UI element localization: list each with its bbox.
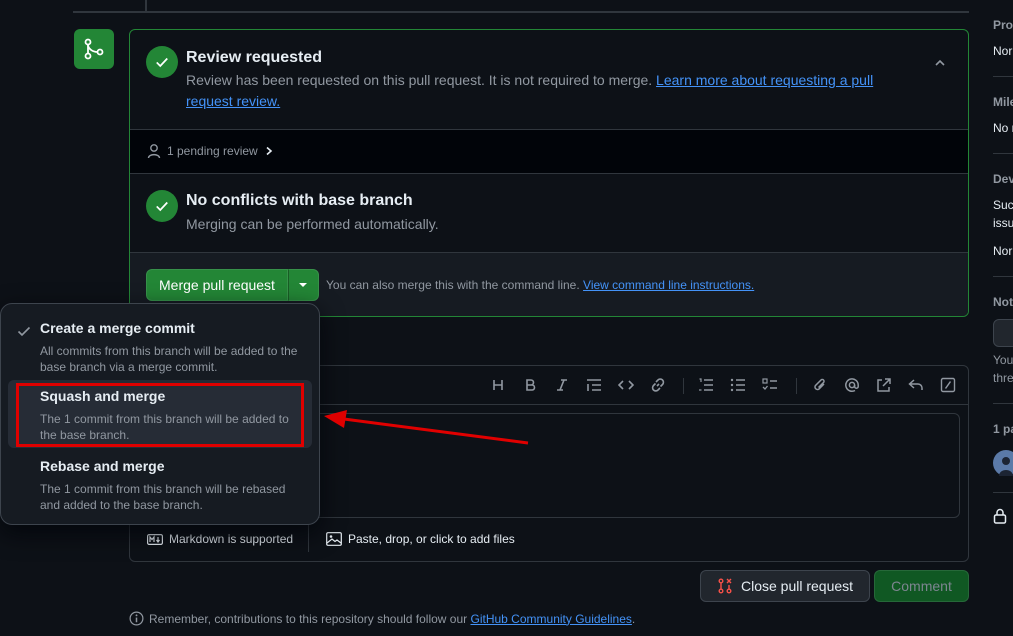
right-sidebar: Pro Nor Mile No r Dev Suc issu Nor Not Y… (993, 0, 1013, 636)
merge-options-dropdown-button[interactable] (287, 269, 319, 301)
lock-icon[interactable] (993, 508, 1007, 527)
conflicts-description: Merging can be performed automatically. (186, 216, 439, 232)
menu-item-title: Create a merge commit (40, 320, 195, 336)
caret-down-icon (299, 283, 308, 287)
sidebar-notifications-text-2: thre (993, 371, 1013, 385)
comment-button[interactable]: Comment (874, 570, 969, 602)
timeline-line (145, 0, 147, 11)
merge-hint: You can also merge this with the command… (326, 278, 754, 292)
check-circle-icon (146, 190, 178, 222)
sidebar-divider (993, 492, 1013, 493)
chevron-right-icon (266, 146, 272, 156)
pending-review[interactable]: 1 pending review (147, 143, 274, 159)
paperclip-icon[interactable] (812, 377, 828, 393)
sidebar-projects-label: Pro (993, 18, 1013, 32)
sidebar-divider (993, 276, 1013, 277)
chevron-up-icon[interactable] (934, 56, 946, 72)
guidelines-period: . (631, 611, 636, 626)
menu-item-description: The 1 commit from this branch will be re… (40, 482, 286, 512)
sidebar-milestone-value: No r (993, 121, 1013, 135)
sidebar-divider (993, 153, 1013, 154)
toolbar-separator (683, 378, 684, 394)
sidebar-divider (993, 76, 1013, 77)
sidebar-participants-label: 1 pa (993, 422, 1013, 436)
close-pull-request-label: Close pull request (740, 578, 854, 594)
annotation-arrow (324, 410, 529, 445)
conflicts-title: No conflicts with base branch (186, 192, 413, 209)
bold-icon[interactable] (522, 377, 538, 393)
markdown-label: Markdown is supported (169, 532, 294, 546)
editor-footer: Markdown is supported Paste, drop, or cl… (130, 524, 968, 562)
menu-item-title: Rebase and merge (40, 458, 165, 474)
unordered-list-icon[interactable] (730, 377, 746, 393)
sidebar-notifications-label: Not (993, 295, 1013, 309)
command-line-instructions-link[interactable]: View command line instructions. (583, 278, 754, 292)
review-title: Review requested (186, 49, 323, 66)
pending-review-label: 1 pending review (167, 144, 258, 158)
community-guidelines-note: Remember, contributions to this reposito… (129, 611, 635, 626)
menu-item-description: All commits from this branch will be add… (40, 344, 298, 374)
community-guidelines-link[interactable]: GitHub Community Guidelines (471, 612, 632, 626)
code-icon[interactable] (618, 377, 634, 393)
footer-separator (308, 524, 309, 552)
reply-icon[interactable] (908, 377, 924, 393)
attach-files[interactable]: Paste, drop, or click to add files (326, 532, 515, 546)
markdown-icon (147, 533, 163, 545)
italic-icon[interactable] (554, 377, 570, 393)
task-list-icon[interactable] (762, 377, 778, 393)
review-requested-section: Review requested Review has been request… (130, 30, 968, 129)
timeline-divider (73, 11, 969, 13)
slash-commands-icon[interactable] (940, 377, 956, 393)
toolbar-separator (796, 378, 797, 394)
mention-icon[interactable] (844, 377, 860, 393)
annotation-highlight-box (16, 383, 304, 447)
review-description: Review has been requested on this pull r… (186, 70, 906, 112)
sidebar-development-label[interactable]: Dev (993, 172, 1013, 186)
info-icon (129, 611, 144, 626)
merge-button-group: Merge pull request (146, 269, 319, 301)
link-icon[interactable] (650, 377, 666, 393)
merge-hint-text: You can also merge this with the command… (326, 278, 580, 292)
pending-review-row[interactable]: 1 pending review (130, 129, 968, 174)
sidebar-milestone-label[interactable]: Mile (993, 95, 1013, 109)
no-conflicts-section: No conflicts with base branch Merging ca… (130, 174, 968, 252)
sidebar-development-value: Nor (993, 244, 1013, 258)
attach-label: Paste, drop, or click to add files (348, 532, 515, 546)
sidebar-divider (993, 403, 1013, 404)
quote-icon[interactable] (586, 377, 602, 393)
merge-pull-request-button[interactable]: Merge pull request (146, 269, 288, 301)
sidebar-projects-value: Nor (993, 44, 1013, 58)
ordered-list-icon[interactable] (698, 377, 714, 393)
sidebar-notifications-text-1: You (993, 353, 1013, 367)
merge-box: Review requested Review has been request… (129, 29, 969, 317)
sidebar-development-text-1: Suc (993, 198, 1013, 212)
avatar[interactable] (993, 450, 1013, 476)
check-icon (17, 326, 31, 337)
cross-reference-icon[interactable] (876, 377, 892, 393)
subscribe-button[interactable] (993, 319, 1013, 347)
menu-item-rebase-and-merge[interactable]: Rebase and merge The 1 commit from this … (8, 450, 312, 518)
git-merge-icon (74, 29, 114, 69)
menu-item-create-merge-commit[interactable]: Create a merge commit All commits from t… (8, 312, 312, 378)
guidelines-text: Remember, contributions to this reposito… (149, 611, 468, 626)
check-circle-icon (146, 46, 178, 78)
person-icon (147, 144, 161, 159)
sidebar-development-text-2: issu (993, 216, 1013, 230)
image-icon (326, 532, 342, 546)
review-desc-text: Review has been requested on this pull r… (186, 72, 653, 88)
close-pull-request-button[interactable]: Close pull request (700, 570, 870, 602)
markdown-supported[interactable]: Markdown is supported (147, 532, 293, 546)
heading-icon[interactable] (490, 377, 506, 393)
git-pull-request-closed-icon (718, 578, 732, 594)
